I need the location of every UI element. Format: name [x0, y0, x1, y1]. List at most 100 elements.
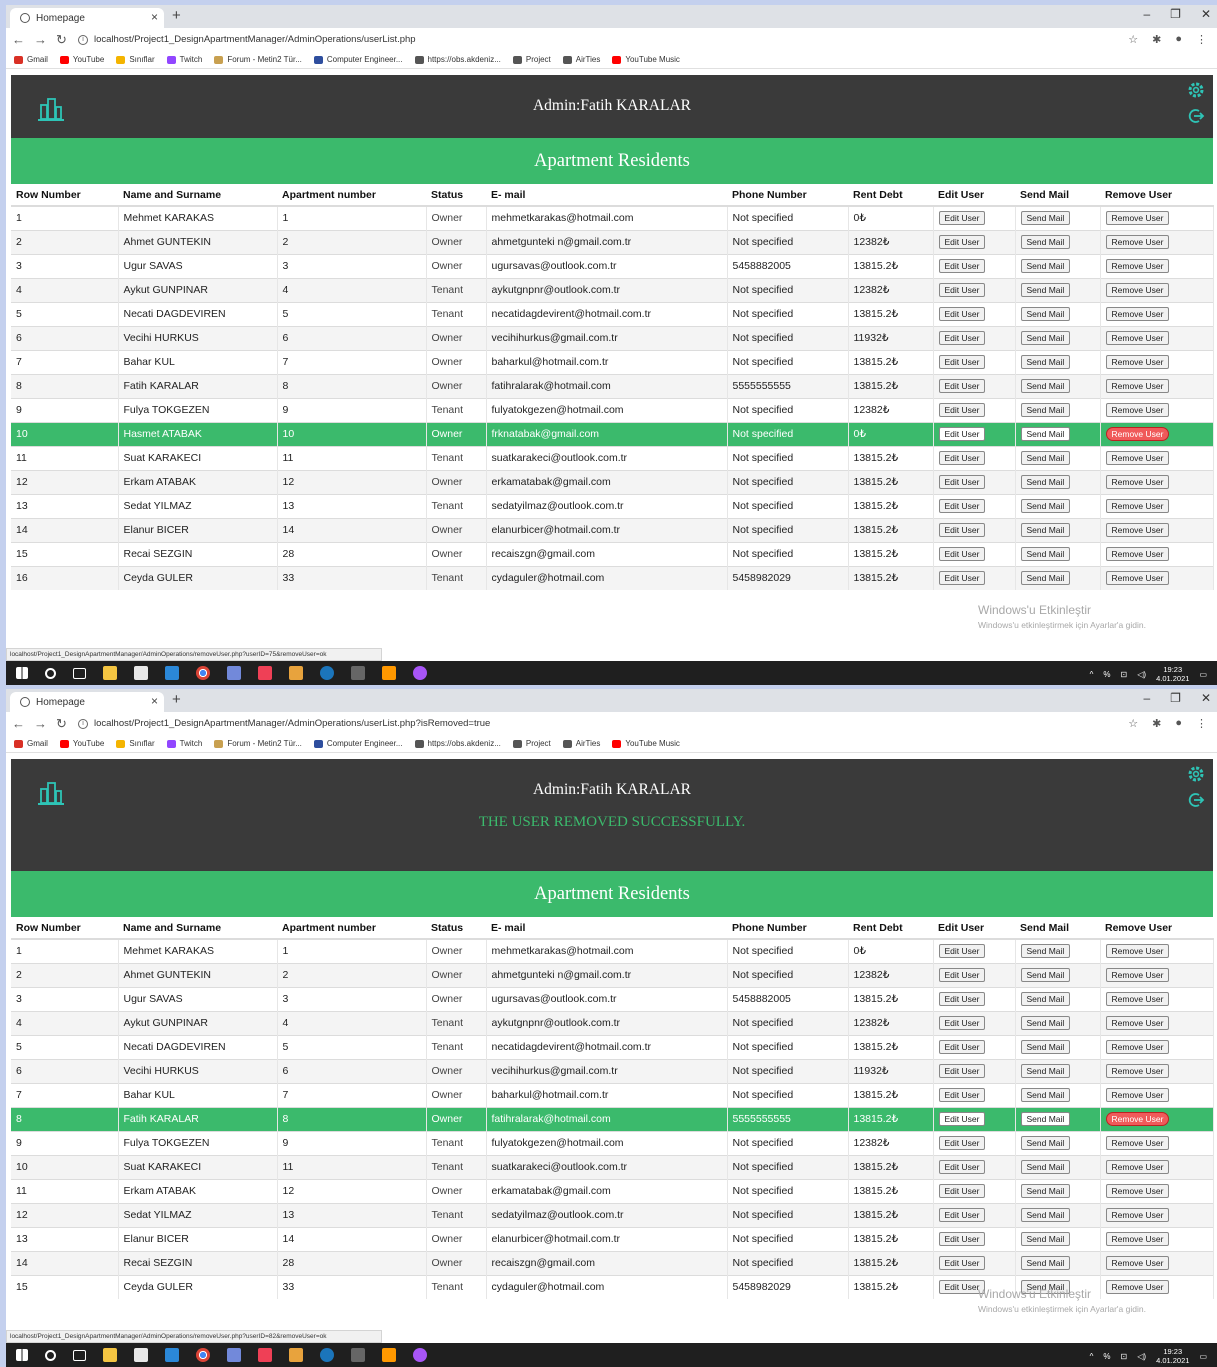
send-mail-button[interactable]: Send Mail	[1020, 1016, 1071, 1030]
file-explorer-icon[interactable]	[103, 666, 117, 680]
network-icon[interactable]: ⊡	[1121, 1352, 1128, 1361]
edit-user-button[interactable]: Edit User	[938, 547, 986, 561]
bookmark-item[interactable]: AirTies	[562, 739, 600, 748]
send-mail-button[interactable]: Send Mail	[1020, 331, 1071, 345]
bookmark-item[interactable]: Computer Engineer...	[313, 739, 403, 748]
discord-icon[interactable]	[227, 666, 241, 680]
mail-icon[interactable]	[165, 666, 179, 680]
battery-icon[interactable]: %	[1103, 670, 1110, 679]
edit-user-button[interactable]: Edit User	[938, 1112, 986, 1126]
notification-icon[interactable]: ▭	[1199, 670, 1207, 679]
new-tab-button[interactable]: +	[172, 691, 181, 708]
tray-overflow-icon[interactable]: ^	[1090, 670, 1094, 679]
send-mail-button[interactable]: Send Mail	[1020, 1160, 1071, 1174]
close-tab-icon[interactable]: ×	[151, 694, 158, 708]
restore-button[interactable]: ❐	[1170, 7, 1181, 21]
bookmark-item[interactable]: YouTube	[59, 55, 104, 64]
task-view-icon[interactable]	[73, 1349, 86, 1361]
remove-user-button[interactable]: Remove User	[1105, 1208, 1170, 1222]
volume-icon[interactable]: ◁)	[1137, 670, 1146, 679]
discord-icon[interactable]	[227, 1348, 241, 1362]
remove-user-button[interactable]: Remove User	[1105, 235, 1170, 249]
send-mail-button[interactable]: Send Mail	[1020, 1112, 1071, 1126]
star-icon[interactable]: ☆	[1128, 33, 1138, 46]
profile-avatar-icon[interactable]: ●	[1175, 717, 1182, 730]
remove-user-button[interactable]: Remove User	[1105, 475, 1170, 489]
remove-user-button[interactable]: Remove User	[1105, 1160, 1170, 1174]
remove-user-button[interactable]: Remove User	[1105, 1232, 1170, 1246]
sublime-icon[interactable]	[382, 666, 396, 680]
remove-user-button[interactable]: Remove User	[1105, 355, 1170, 369]
windows-start-icon[interactable]	[16, 1349, 28, 1361]
edit-user-button[interactable]: Edit User	[938, 1232, 986, 1246]
bookmark-item[interactable]: Sınıflar	[116, 55, 155, 64]
browser-tab[interactable]: Homepage ×	[10, 8, 164, 28]
profile-avatar-icon[interactable]: ●	[1175, 33, 1182, 46]
remove-user-button[interactable]: Remove User	[1105, 379, 1170, 393]
reload-icon[interactable]: ↻	[56, 32, 67, 48]
remove-user-button[interactable]: Remove User	[1105, 427, 1170, 441]
app-window-icon[interactable]	[351, 1348, 365, 1362]
remove-user-button[interactable]: Remove User	[1105, 331, 1170, 345]
edit-user-button[interactable]: Edit User	[938, 283, 986, 297]
bookmark-item[interactable]: Twitch	[166, 55, 202, 64]
send-mail-button[interactable]: Send Mail	[1020, 355, 1071, 369]
send-mail-button[interactable]: Send Mail	[1020, 499, 1071, 513]
back-arrow-icon[interactable]: ←	[12, 716, 25, 731]
send-mail-button[interactable]: Send Mail	[1020, 379, 1071, 393]
remove-user-button[interactable]: Remove User	[1105, 1256, 1170, 1270]
edit-user-button[interactable]: Edit User	[938, 1064, 986, 1078]
remove-user-button[interactable]: Remove User	[1105, 283, 1170, 297]
bookmark-item[interactable]: Project	[512, 739, 551, 748]
close-tab-icon[interactable]: ×	[151, 10, 158, 24]
remove-user-button[interactable]: Remove User	[1105, 451, 1170, 465]
remove-user-button[interactable]: Remove User	[1105, 547, 1170, 561]
remove-user-button[interactable]: Remove User	[1105, 944, 1170, 959]
send-mail-button[interactable]: Send Mail	[1020, 1040, 1071, 1054]
remove-user-button[interactable]: Remove User	[1105, 571, 1170, 586]
edit-user-button[interactable]: Edit User	[938, 331, 986, 345]
task-view-icon[interactable]	[73, 667, 86, 679]
send-mail-button[interactable]: Send Mail	[1020, 1232, 1071, 1246]
bookmark-item[interactable]: YouTube Music	[612, 739, 680, 748]
send-mail-button[interactable]: Send Mail	[1020, 259, 1071, 273]
extensions-icon[interactable]: ✱	[1152, 717, 1161, 730]
remove-user-button[interactable]: Remove User	[1105, 1088, 1170, 1102]
app-icon[interactable]	[289, 666, 303, 680]
edit-user-button[interactable]: Edit User	[938, 427, 986, 441]
restore-button[interactable]: ❐	[1170, 691, 1181, 705]
pocket-icon[interactable]	[258, 666, 272, 680]
bookmark-item[interactable]: Twitch	[166, 739, 202, 748]
edit-user-button[interactable]: Edit User	[938, 1088, 986, 1102]
star-icon[interactable]: ☆	[1128, 717, 1138, 730]
edit-user-button[interactable]: Edit User	[938, 451, 986, 465]
bookmark-item[interactable]: https://obs.akdeniz...	[414, 55, 501, 64]
send-mail-button[interactable]: Send Mail	[1020, 235, 1071, 249]
pocket-icon[interactable]	[258, 1348, 272, 1362]
app-icon[interactable]	[289, 1348, 303, 1362]
remove-user-button[interactable]: Remove User	[1105, 1064, 1170, 1078]
bookmark-item[interactable]: Forum - Metin2 Tür...	[214, 55, 302, 64]
edit-user-button[interactable]: Edit User	[938, 1256, 986, 1270]
volume-icon[interactable]: ◁)	[1137, 1352, 1146, 1361]
minimize-button[interactable]: –	[1143, 7, 1150, 21]
bookmark-item[interactable]: Gmail	[14, 739, 48, 748]
steam-icon[interactable]	[320, 666, 334, 680]
edit-user-button[interactable]: Edit User	[938, 403, 986, 417]
send-mail-button[interactable]: Send Mail	[1020, 1208, 1071, 1222]
remove-user-button[interactable]: Remove User	[1105, 1184, 1170, 1198]
send-mail-button[interactable]: Send Mail	[1020, 1088, 1071, 1102]
edit-user-button[interactable]: Edit User	[938, 571, 986, 586]
send-mail-button[interactable]: Send Mail	[1020, 283, 1071, 297]
send-mail-button[interactable]: Send Mail	[1020, 1256, 1071, 1270]
app-circle-icon[interactable]	[413, 666, 427, 680]
send-mail-button[interactable]: Send Mail	[1020, 571, 1071, 586]
battery-icon[interactable]: %	[1103, 1352, 1110, 1361]
search-icon[interactable]	[45, 667, 56, 679]
extensions-icon[interactable]: ✱	[1152, 33, 1161, 46]
bookmark-item[interactable]: Sınıflar	[116, 739, 155, 748]
send-mail-button[interactable]: Send Mail	[1020, 992, 1071, 1006]
edit-user-button[interactable]: Edit User	[938, 211, 986, 226]
back-arrow-icon[interactable]: ←	[12, 32, 25, 47]
chrome-icon[interactable]	[196, 1348, 210, 1362]
